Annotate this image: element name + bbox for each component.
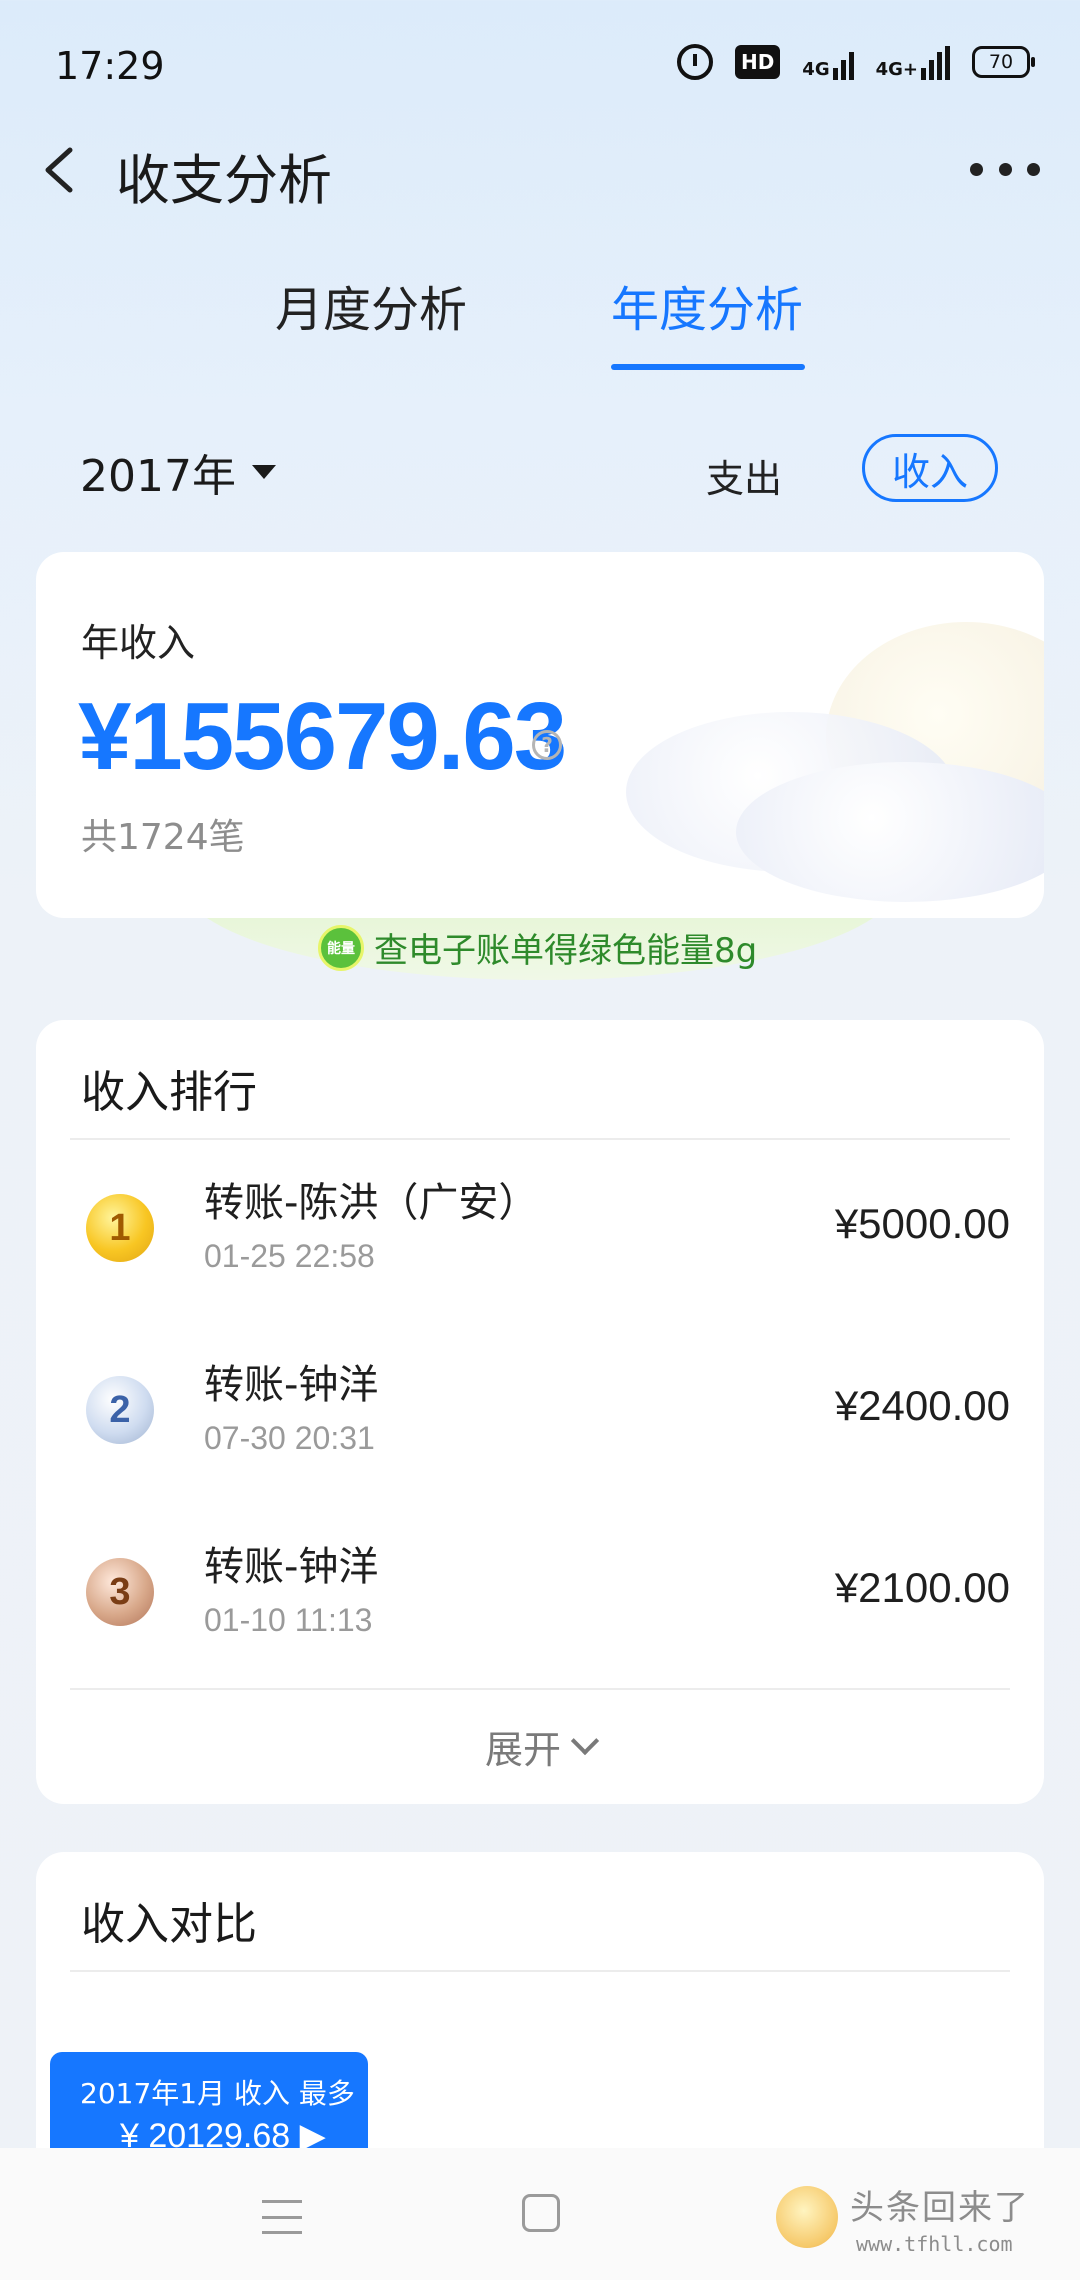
divider (70, 1688, 1010, 1690)
ranking-time: 07-30 20:31 (204, 1420, 375, 1456)
ranking-name: 转账-钟洋 (204, 1544, 379, 1590)
expense-toggle[interactable]: 支出 (706, 448, 782, 503)
watermark: 头条回来了 www.tfhll.com (770, 2178, 1070, 2268)
year-label: 2017年 (80, 451, 236, 502)
ranking-name: 转账-陈洪（广安） (204, 1180, 539, 1226)
menu-icon[interactable] (262, 2200, 302, 2234)
annual-income-amount: ¥155679.63 (78, 683, 567, 790)
caret-down-icon (251, 465, 276, 479)
year-selector[interactable]: 2017年 (80, 440, 276, 504)
rank-badge-silver: 2 (86, 1376, 154, 1444)
divider (70, 1138, 1010, 1140)
ranking-row[interactable]: 3 转账-钟洋 01-10 11:13 ¥2100.00 (36, 1506, 1044, 1686)
ranking-row[interactable]: 1 转账-陈洪（广安） 01-25 22:58 ¥5000.00 (36, 1142, 1044, 1322)
status-icons: HD 4G 4G+ 70 (676, 44, 1035, 80)
energy-promo-text: 查电子账单得绿色能量8g (374, 931, 758, 971)
tooltip-label: 2017年1月 收入 最多 (80, 2077, 355, 2110)
rank-badge-gold: 1 (86, 1194, 154, 1262)
expand-button[interactable]: 展开 (36, 1710, 1044, 1782)
signal-4g-icon: 4G (802, 44, 854, 80)
divider (70, 1970, 1010, 1972)
income-toggle[interactable]: 收入 (862, 434, 998, 502)
status-time: 17:29 (55, 44, 165, 88)
ranking-amount: ¥5000.00 (834, 1200, 1010, 1247)
tab-active-indicator (611, 364, 805, 370)
energy-promo[interactable]: 能量 查电子账单得绿色能量8g (318, 923, 757, 972)
help-icon[interactable]: ? (532, 730, 562, 760)
annual-summary-card: 年收入 ¥155679.63 ? 共1724笔 (36, 552, 1044, 918)
ranking-row[interactable]: 2 转账-钟洋 07-30 20:31 ¥2400.00 (36, 1324, 1044, 1504)
watermark-text: 头条回来了 (850, 2188, 1030, 2228)
battery-icon: 70 (972, 46, 1035, 78)
cloud-decoration (736, 762, 1044, 902)
signal-4g-plus-icon: 4G+ (876, 44, 950, 80)
signal-4g-plus-label: 4G+ (875, 59, 918, 80)
tab-monthly[interactable]: 月度分析 (275, 270, 467, 340)
page-title: 收支分析 (116, 149, 332, 212)
status-bar: 17:29 HD 4G 4G+ 70 (0, 0, 1080, 130)
ranking-name: 转账-钟洋 (204, 1362, 379, 1408)
signal-4g-label: 4G (802, 59, 830, 80)
ranking-time: 01-10 11:13 (204, 1602, 373, 1638)
alarm-icon (676, 44, 713, 80)
income-ranking-card: 收入排行 1 转账-陈洪（广安） 01-25 22:58 ¥5000.00 2 … (36, 1020, 1044, 1804)
compare-title: 收入对比 (81, 1899, 257, 1950)
ranking-amount: ¥2400.00 (834, 1382, 1010, 1429)
chevron-down-icon (570, 1726, 600, 1756)
home-square-icon[interactable] (522, 2194, 560, 2232)
watermark-logo (776, 2186, 838, 2248)
system-nav-bar: 头条回来了 www.tfhll.com (0, 2148, 1080, 2280)
ranking-time: 01-25 22:58 (204, 1238, 375, 1274)
watermark-url: www.tfhll.com (856, 2232, 1013, 2256)
tab-yearly[interactable]: 年度分析 (611, 270, 803, 340)
app-header: 收支分析 (0, 120, 1080, 220)
analysis-tabs: 月度分析 年度分析 (0, 270, 1080, 380)
rank-badge-bronze: 3 (86, 1558, 154, 1626)
hd-icon: HD (734, 45, 781, 79)
annual-income-label: 年收入 (81, 621, 196, 665)
energy-icon: 能量 (318, 924, 364, 971)
ranking-amount: ¥2100.00 (834, 1564, 1010, 1611)
filter-row: 2017年 支出 收入 (0, 430, 1080, 510)
chevron-left-icon (45, 147, 73, 193)
back-button[interactable] (32, 140, 92, 200)
expand-label: 展开 (484, 1727, 561, 1772)
ranking-title: 收入排行 (81, 1067, 257, 1118)
more-options-icon[interactable] (970, 144, 1040, 194)
transaction-count: 共1724笔 (81, 817, 245, 858)
